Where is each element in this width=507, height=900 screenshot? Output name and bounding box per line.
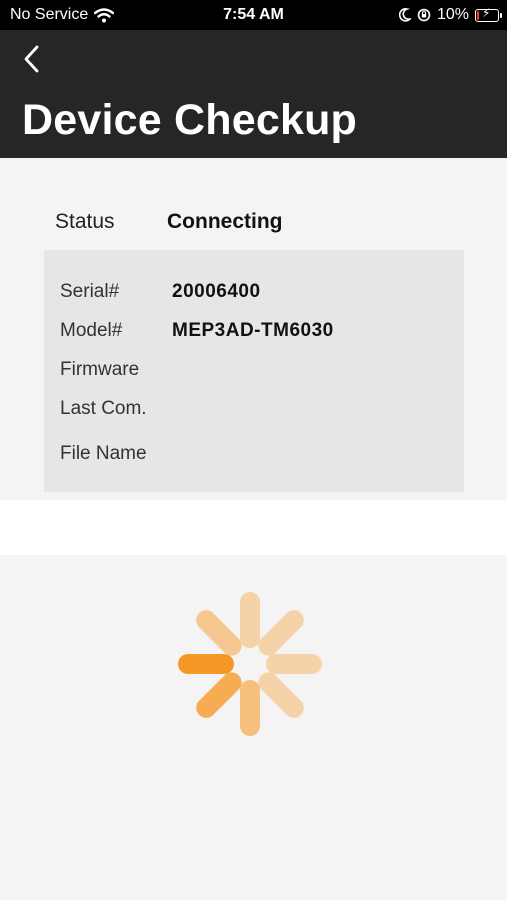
- battery-fill: [477, 10, 479, 20]
- spinner-spoke: [196, 610, 242, 656]
- status-value: Connecting: [167, 210, 283, 233]
- rotation-lock-icon: [417, 8, 431, 22]
- charging-bolt-icon: ⚡: [482, 5, 491, 20]
- app-header: Device Checkup: [0, 30, 507, 158]
- file-name-label: File Name: [60, 443, 147, 464]
- spinner-spoke: [258, 672, 304, 718]
- chevron-left-icon[interactable]: [20, 42, 46, 76]
- firmware-label: Firmware: [60, 359, 140, 380]
- status-bar-right: 10% ⚡: [398, 5, 502, 24]
- model-value: MEP3AD-TM6030: [172, 320, 334, 341]
- battery-percent: 10%: [436, 6, 469, 23]
- loading-spinner-icon: [178, 592, 322, 736]
- divider-band: [0, 500, 507, 555]
- serial-value: 20006400: [172, 281, 261, 302]
- moon-icon: [398, 8, 411, 22]
- battery-icon: ⚡: [475, 5, 502, 22]
- page-title: Device Checkup: [22, 96, 358, 144]
- model-label: Model#: [60, 320, 123, 341]
- spinner-spoke: [196, 672, 242, 718]
- spinner-spoke: [258, 610, 304, 656]
- status-bar: No Service 7:54 AM 10% ⚡: [0, 0, 507, 30]
- status-label: Status: [55, 210, 115, 233]
- last-com-label: Last Com.: [60, 398, 147, 419]
- device-info-card: Serial# 20006400 Model# MEP3AD-TM6030 Fi…: [44, 250, 464, 492]
- serial-label: Serial#: [60, 281, 120, 302]
